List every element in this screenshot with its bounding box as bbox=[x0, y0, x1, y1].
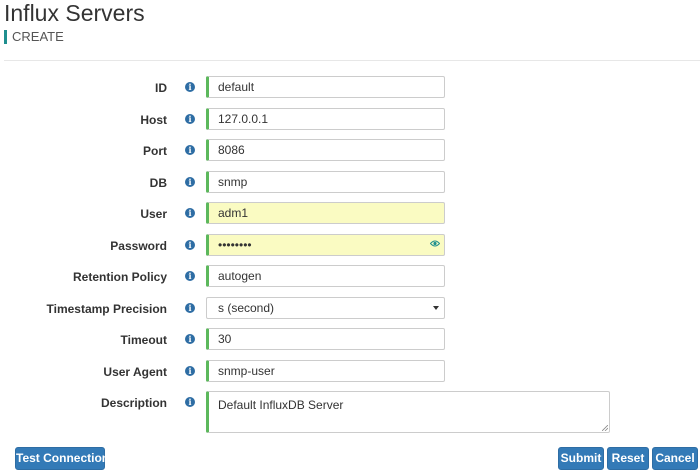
password-label: Password bbox=[110, 239, 167, 253]
info-icon[interactable]: i bbox=[185, 303, 195, 313]
eye-icon[interactable] bbox=[430, 240, 440, 247]
user-agent-label: User Agent bbox=[103, 365, 167, 379]
user-label: User bbox=[140, 207, 167, 221]
retention-policy-input[interactable]: autogen bbox=[206, 265, 445, 287]
info-icon[interactable]: i bbox=[185, 397, 195, 407]
port-label: Port bbox=[143, 144, 167, 158]
info-icon[interactable]: i bbox=[185, 82, 195, 92]
timestamp-precision-select[interactable]: s (second) bbox=[206, 297, 445, 319]
page-subtitle: CREATE bbox=[4, 30, 64, 44]
submit-button[interactable]: Submit bbox=[558, 447, 604, 470]
timeout-input[interactable]: 30 bbox=[206, 328, 445, 350]
info-icon[interactable]: i bbox=[185, 145, 195, 155]
chevron-down-icon bbox=[433, 306, 439, 310]
resize-grip-icon[interactable] bbox=[602, 425, 608, 431]
test-connection-button[interactable]: Test Connection bbox=[15, 447, 109, 470]
port-input[interactable]: 8086 bbox=[206, 139, 445, 161]
host-input[interactable]: 127.0.0.1 bbox=[206, 108, 445, 130]
page-title: Influx Servers bbox=[4, 0, 145, 26]
info-icon[interactable]: i bbox=[185, 366, 195, 376]
password-input[interactable]: •••••••• bbox=[206, 234, 445, 256]
info-icon[interactable]: i bbox=[185, 271, 195, 281]
reset-button[interactable]: Reset bbox=[607, 447, 649, 470]
cancel-button[interactable]: Cancel bbox=[652, 447, 698, 470]
info-icon[interactable]: i bbox=[185, 334, 195, 344]
db-input[interactable]: snmp bbox=[206, 171, 445, 193]
info-icon[interactable]: i bbox=[185, 177, 195, 187]
id-input[interactable]: default bbox=[206, 76, 445, 98]
description-value: Default InfluxDB Server bbox=[218, 398, 344, 412]
description-label: Description bbox=[100, 396, 167, 410]
host-label: Host bbox=[140, 113, 167, 127]
user-agent-input[interactable]: snmp-user bbox=[206, 360, 445, 382]
info-icon[interactable]: i bbox=[185, 114, 195, 124]
password-value: •••••••• bbox=[218, 238, 252, 252]
description-textarea[interactable]: Default InfluxDB Server bbox=[206, 391, 610, 433]
header-divider bbox=[4, 60, 700, 61]
db-label: DB bbox=[149, 176, 167, 190]
user-input[interactable]: adm1 bbox=[206, 202, 445, 224]
timestamp-precision-label: Timestamp Precision bbox=[46, 302, 168, 316]
id-label: ID bbox=[155, 81, 167, 95]
info-icon[interactable]: i bbox=[185, 208, 195, 218]
timeout-label: Timeout bbox=[120, 333, 167, 347]
timestamp-precision-value: s (second) bbox=[218, 301, 275, 315]
retention-policy-label: Retention Policy bbox=[72, 270, 167, 284]
info-icon[interactable]: i bbox=[185, 240, 195, 250]
